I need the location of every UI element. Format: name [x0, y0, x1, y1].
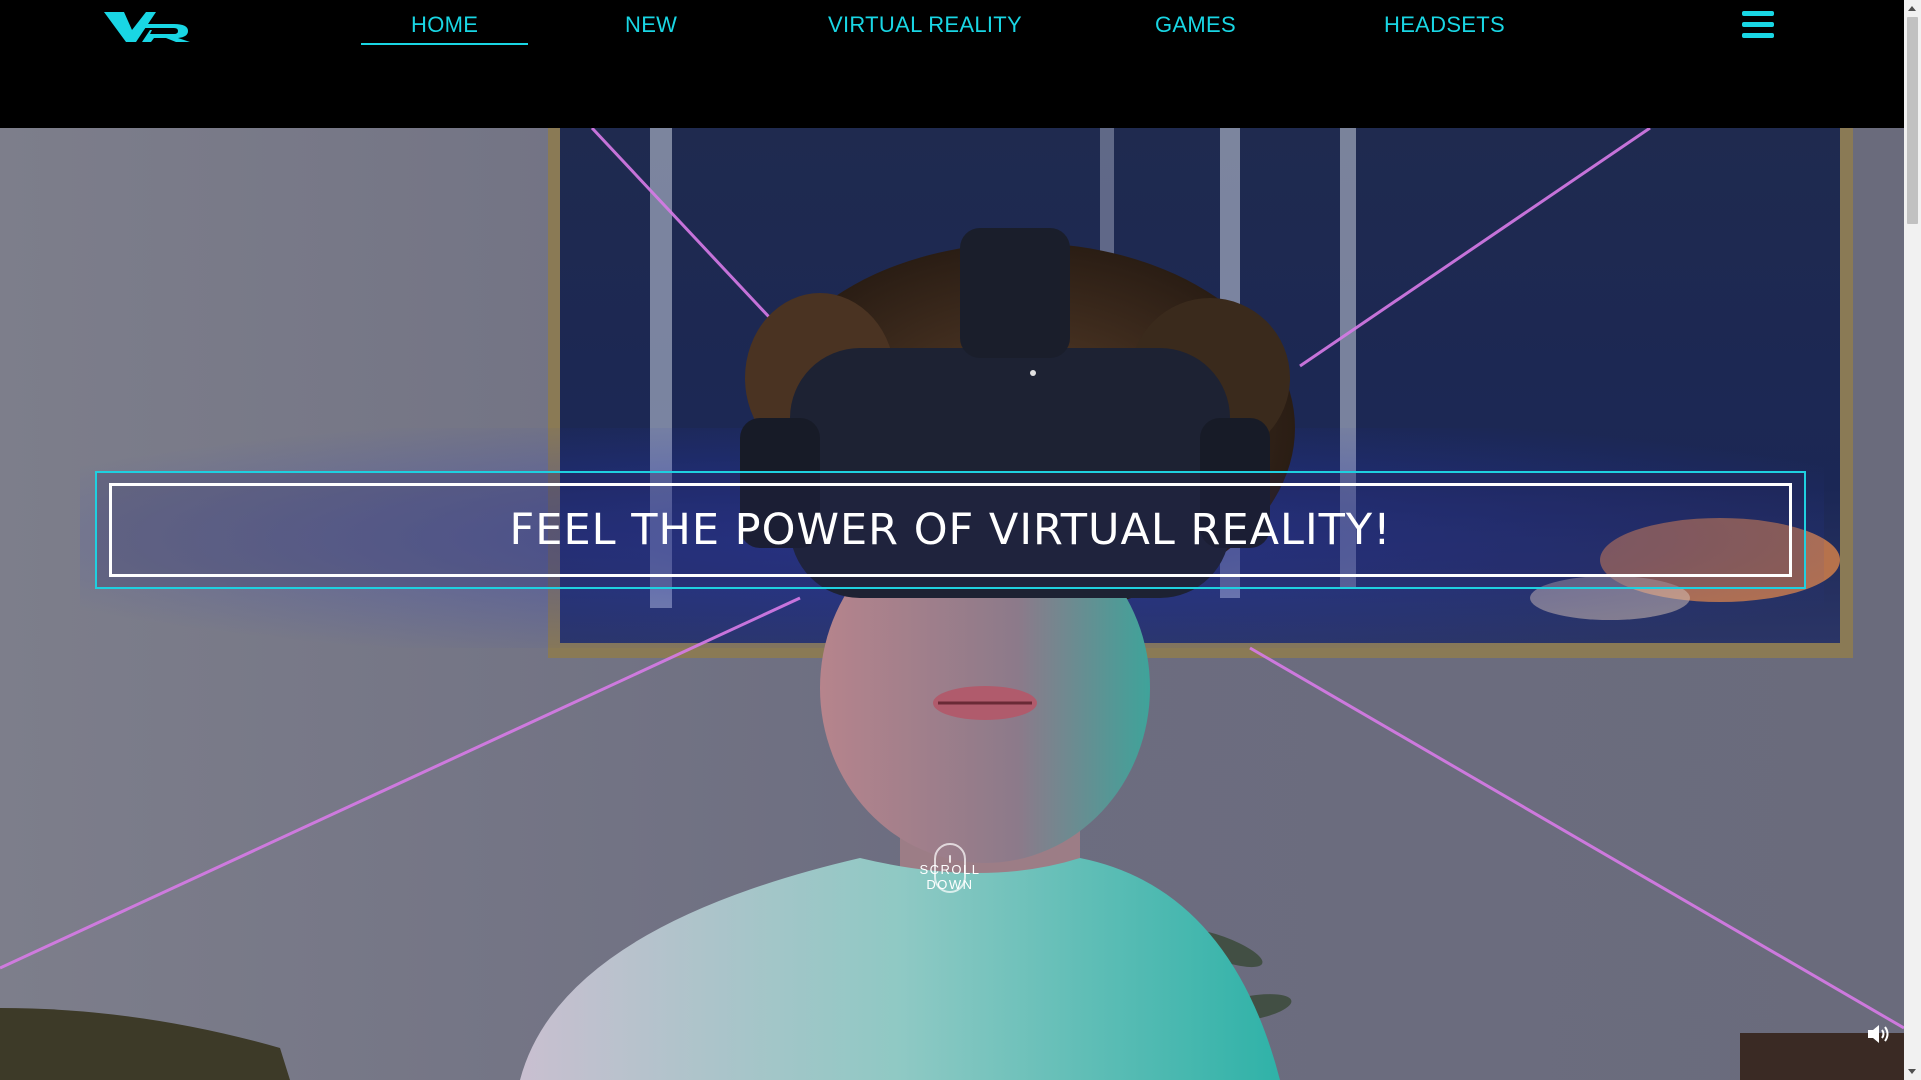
site-header: HOME NEW VIRTUAL REALITY GAMES HEADSETS [0, 0, 1904, 128]
scroll-down-arrow-icon[interactable] [1908, 1069, 1916, 1074]
nav-virtual-reality[interactable]: VIRTUAL REALITY [828, 12, 1022, 38]
page: HOME NEW VIRTUAL REALITY GAMES HEADSETS [0, 0, 1921, 1080]
hero-headline: FEEL THE POWER OF VIRTUAL REALITY! [509, 505, 1392, 555]
nav-games[interactable]: GAMES [1155, 12, 1236, 38]
hero-background-image [0, 128, 1904, 1080]
headline-banner-inner: FEEL THE POWER OF VIRTUAL REALITY! [109, 483, 1792, 577]
nav-home[interactable]: HOME [360, 12, 529, 45]
scroll-down-button[interactable]: SCROLL DOWN [898, 843, 1008, 903]
headline-banner: FEEL THE POWER OF VIRTUAL REALITY! [95, 471, 1806, 589]
main-nav: HOME NEW VIRTUAL REALITY GAMES HEADSETS [0, 0, 1904, 50]
scroll-down-label: SCROLL DOWN [919, 862, 981, 892]
scrollbar-thumb[interactable] [1907, 17, 1918, 224]
speaker-volume-icon[interactable] [1866, 1023, 1890, 1045]
vertical-scrollbar[interactable] [1904, 0, 1921, 1080]
hamburger-menu-icon[interactable] [1742, 11, 1774, 39]
hero-section: FEEL THE POWER OF VIRTUAL REALITY! SCROL… [0, 128, 1904, 1080]
nav-new[interactable]: NEW [625, 12, 677, 38]
scroll-up-arrow-icon[interactable] [1908, 6, 1916, 11]
nav-headsets[interactable]: HEADSETS [1384, 12, 1505, 38]
